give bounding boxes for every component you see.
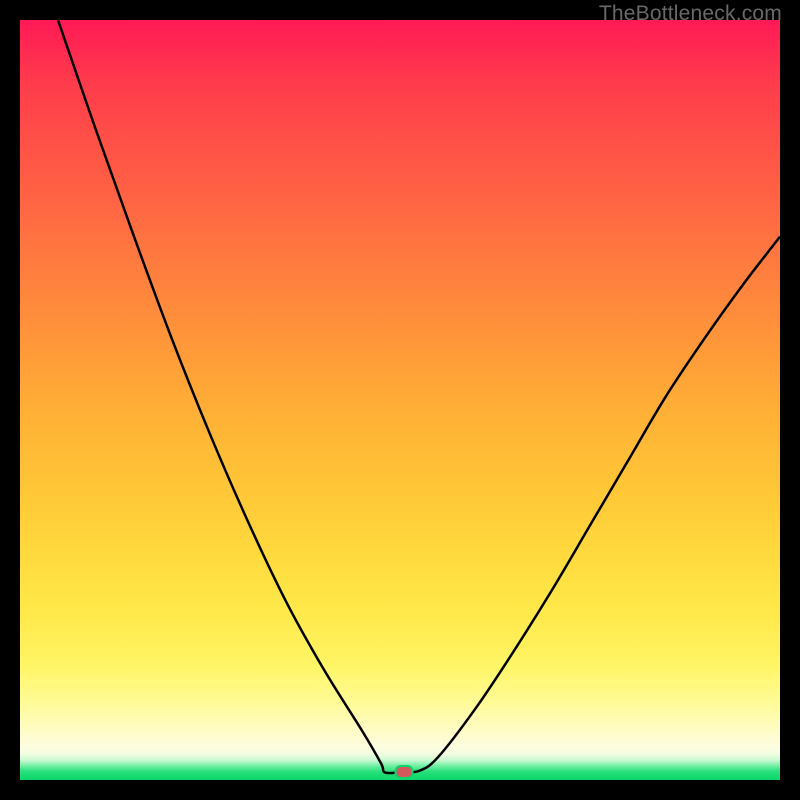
bottleneck-chart: TheBottleneck.com	[0, 0, 800, 800]
optimal-marker	[394, 765, 413, 779]
bottleneck-curve-path	[58, 20, 780, 773]
plot-area	[20, 20, 780, 780]
curve-svg	[20, 20, 780, 780]
